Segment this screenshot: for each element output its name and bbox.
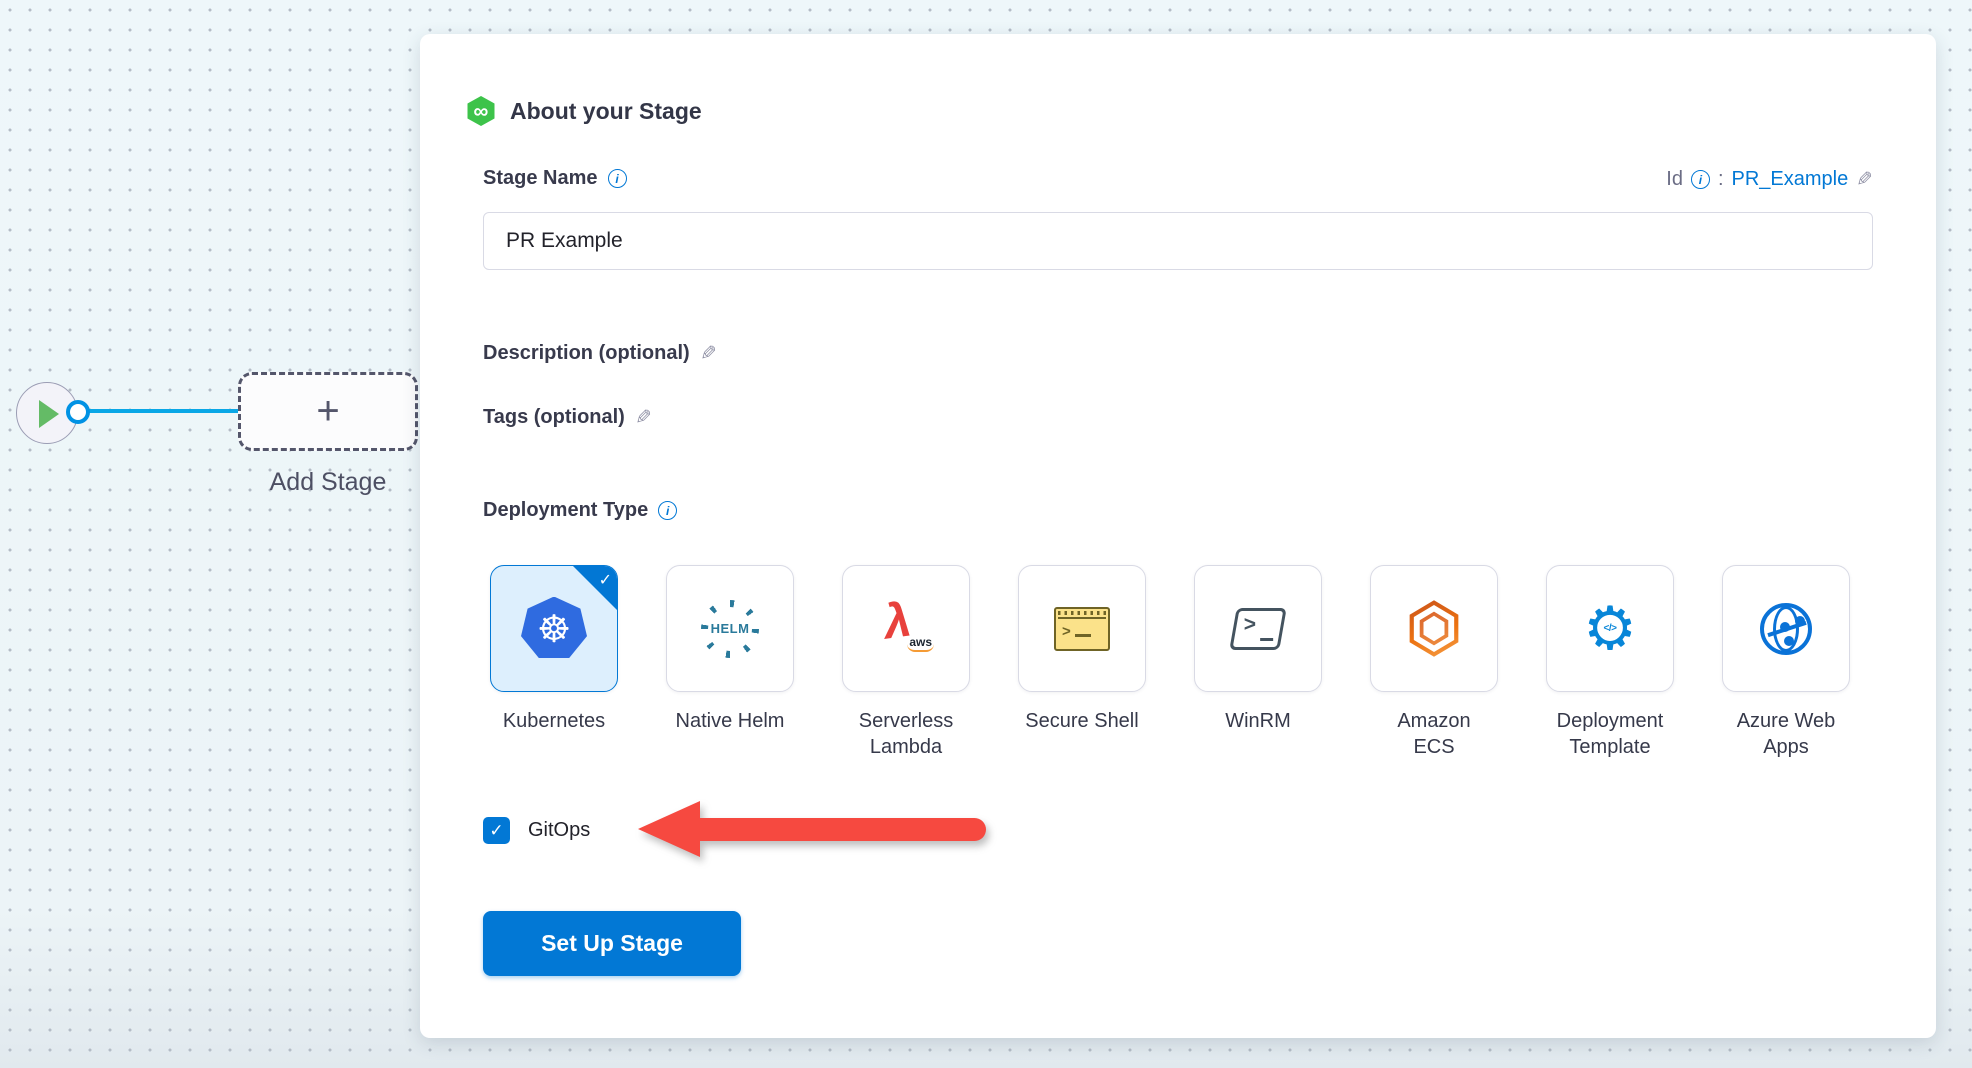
- card-label: Azure Web Apps: [1726, 708, 1846, 760]
- card-label: WinRM: [1198, 708, 1318, 734]
- deployment-option-secure-shell: > Secure Shell: [994, 565, 1170, 760]
- page-title: About your Stage: [510, 98, 702, 125]
- gear-code-icon: ⚙ </>: [1579, 598, 1641, 660]
- deployment-option-winrm: > WinRM: [1170, 565, 1346, 760]
- card-label: Serverless Lambda: [846, 708, 966, 760]
- deployment-card-azure-web-apps[interactable]: [1722, 565, 1850, 692]
- check-icon: ✓: [599, 570, 612, 590]
- deployment-card-serverless-lambda[interactable]: λ aws: [842, 565, 970, 692]
- connector-line: [78, 409, 240, 413]
- red-arrow-annotation: [638, 801, 986, 857]
- terminal-icon: >: [1054, 607, 1110, 651]
- card-label: Secure Shell: [1022, 708, 1142, 734]
- gitops-label: GitOps: [528, 819, 590, 842]
- deployment-type-cards: ✓ ☸ Kubernetes HELM Native Helm λ aws: [466, 565, 1874, 760]
- set-up-stage-button[interactable]: Set Up Stage: [483, 911, 741, 976]
- edit-description-icon[interactable]: ✎: [700, 341, 717, 366]
- helm-icon: HELM: [701, 600, 759, 658]
- card-label: Amazon ECS: [1374, 708, 1494, 760]
- powershell-icon: >: [1229, 608, 1286, 650]
- stage-name-input[interactable]: [483, 212, 1873, 270]
- deployment-card-native-helm[interactable]: HELM: [666, 565, 794, 692]
- add-stage-button[interactable]: +: [238, 372, 418, 451]
- deployment-card-kubernetes[interactable]: ✓ ☸: [490, 565, 618, 692]
- deployment-option-kubernetes: ✓ ☸ Kubernetes: [466, 565, 642, 760]
- id-separator: :: [1718, 168, 1724, 191]
- deployment-card-amazon-ecs[interactable]: [1370, 565, 1498, 692]
- add-stage-label: Add Stage: [238, 468, 418, 497]
- description-row: Description (optional) ✎: [483, 341, 716, 366]
- stage-name-label-row: Stage Name i: [483, 167, 627, 190]
- description-label: Description (optional): [483, 342, 690, 365]
- play-icon: [39, 400, 59, 428]
- globe-network-icon: [1760, 603, 1812, 655]
- deployment-card-secure-shell[interactable]: >: [1018, 565, 1146, 692]
- edit-tags-icon[interactable]: ✎: [635, 405, 652, 430]
- stage-name-label: Stage Name: [483, 167, 598, 190]
- card-label: Deployment Template: [1550, 708, 1670, 760]
- deployment-option-deployment-template: ⚙ </> Deployment Template: [1522, 565, 1698, 760]
- info-icon[interactable]: i: [1691, 170, 1710, 189]
- stage-id-value[interactable]: PR_Example: [1732, 168, 1849, 191]
- deployment-option-amazon-ecs: Amazon ECS: [1346, 565, 1522, 760]
- arrow-head: [638, 801, 700, 857]
- panel-header: ∞ About your Stage: [466, 96, 702, 126]
- cd-infinity-icon: ∞: [466, 96, 496, 126]
- tags-row: Tags (optional) ✎: [483, 405, 652, 430]
- connector-port[interactable]: [66, 400, 90, 424]
- card-label: Native Helm: [670, 708, 790, 734]
- tags-label: Tags (optional): [483, 406, 625, 429]
- deployment-option-serverless-lambda: λ aws Serverless Lambda: [818, 565, 994, 760]
- about-stage-panel: ∞ About your Stage Stage Name i Id i : P…: [420, 34, 1936, 1038]
- plus-icon: +: [316, 389, 339, 434]
- gitops-checkbox[interactable]: ✓: [483, 817, 510, 844]
- deployment-card-deployment-template[interactable]: ⚙ </>: [1546, 565, 1674, 692]
- deployment-card-winrm[interactable]: >: [1194, 565, 1322, 692]
- stage-id-row: Id i : PR_Example ✎: [1666, 167, 1873, 192]
- info-icon[interactable]: i: [608, 169, 627, 188]
- deployment-type-label: Deployment Type: [483, 499, 648, 522]
- gitops-row: ✓ GitOps: [483, 817, 590, 844]
- arrow-shaft: [698, 818, 986, 841]
- ecs-hexagon-icon: [1405, 599, 1463, 659]
- card-label: Kubernetes: [494, 708, 614, 734]
- aws-lambda-icon: λ aws: [876, 600, 936, 658]
- edit-id-icon[interactable]: ✎: [1856, 167, 1873, 192]
- deployment-type-label-row: Deployment Type i: [483, 499, 677, 522]
- info-icon[interactable]: i: [658, 501, 677, 520]
- deployment-option-azure-web-apps: Azure Web Apps: [1698, 565, 1874, 760]
- deployment-option-native-helm: HELM Native Helm: [642, 565, 818, 760]
- id-label: Id: [1666, 168, 1683, 191]
- check-icon: ✓: [489, 821, 503, 841]
